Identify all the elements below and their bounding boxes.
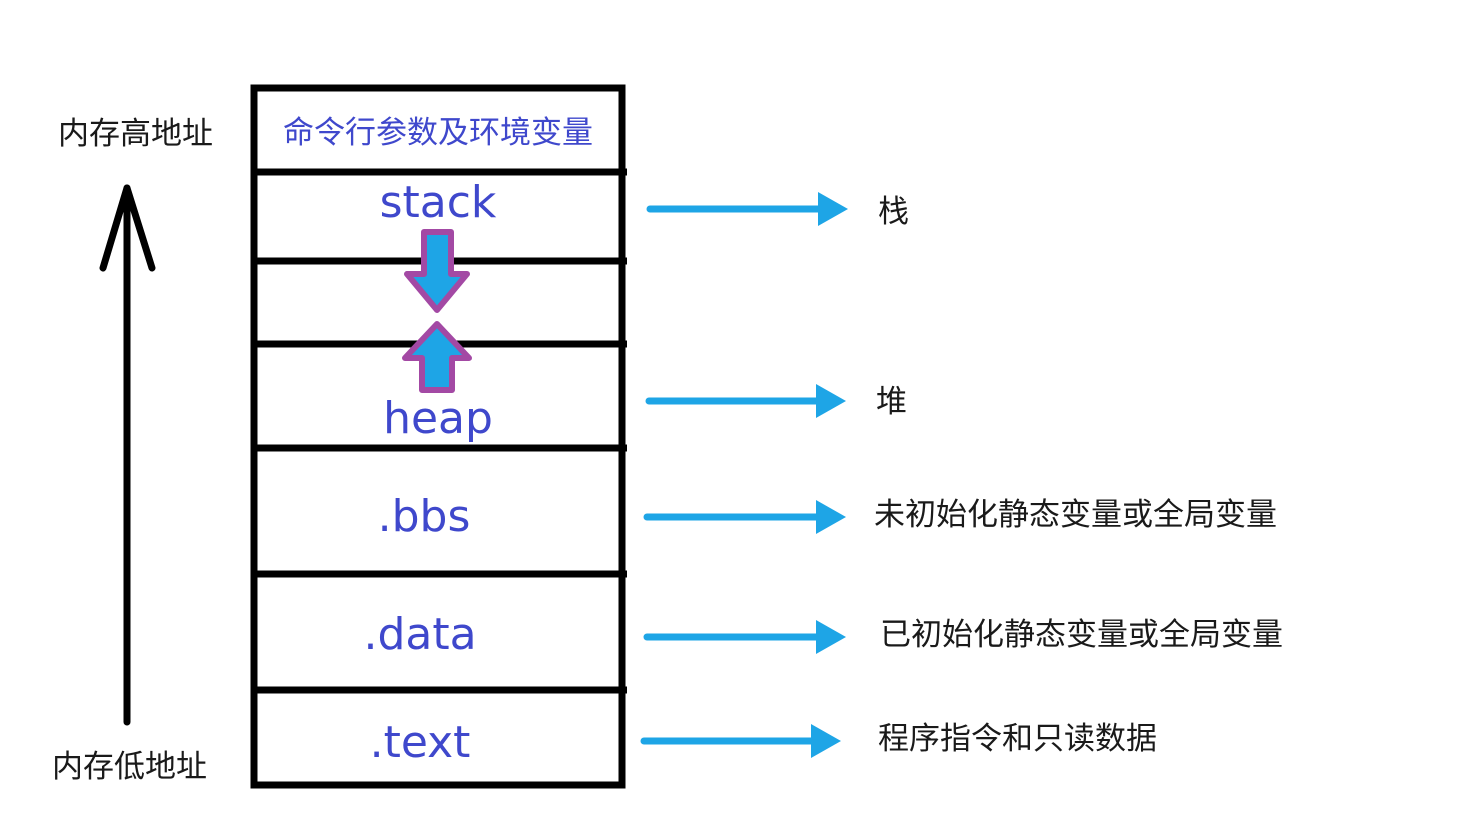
low-address-label: 内存低地址 <box>52 749 207 785</box>
segment-heap-label: heap <box>383 393 493 444</box>
segment-text: .text <box>240 721 600 771</box>
description-bss: 未初始化静态变量或全局变量 <box>874 497 1277 533</box>
high-address-label: 内存高地址 <box>58 116 213 152</box>
description-heap: 堆 <box>876 384 907 420</box>
segment-bss: .bbs <box>244 495 604 545</box>
memory-layout-diagram <box>99 84 848 789</box>
segment-env-label: 命令行参数及环境变量 <box>283 115 593 151</box>
pointer-arrow-data <box>643 620 846 654</box>
description-stack: 栈 <box>878 194 909 230</box>
pointer-arrow-stack <box>646 192 848 226</box>
pointer-arrow-heap <box>645 384 846 418</box>
segment-text-label: .text <box>369 717 471 768</box>
segment-stack-label: stack <box>379 177 497 228</box>
description-data: 已初始化静态变量或全局变量 <box>880 617 1283 653</box>
segment-data-label: .data <box>363 609 477 660</box>
segment-data: .data <box>240 613 600 663</box>
pointer-arrow-text <box>640 724 841 758</box>
segment-env: 命令行参数及环境变量 <box>258 118 618 158</box>
segment-heap: heap <box>258 397 618 447</box>
description-text: 程序指令和只读数据 <box>878 721 1157 757</box>
segment-stack: stack <box>258 181 618 231</box>
address-axis-arrow <box>99 184 156 726</box>
segment-bss-label: .bbs <box>377 491 471 542</box>
pointer-arrow-bss <box>643 500 846 534</box>
